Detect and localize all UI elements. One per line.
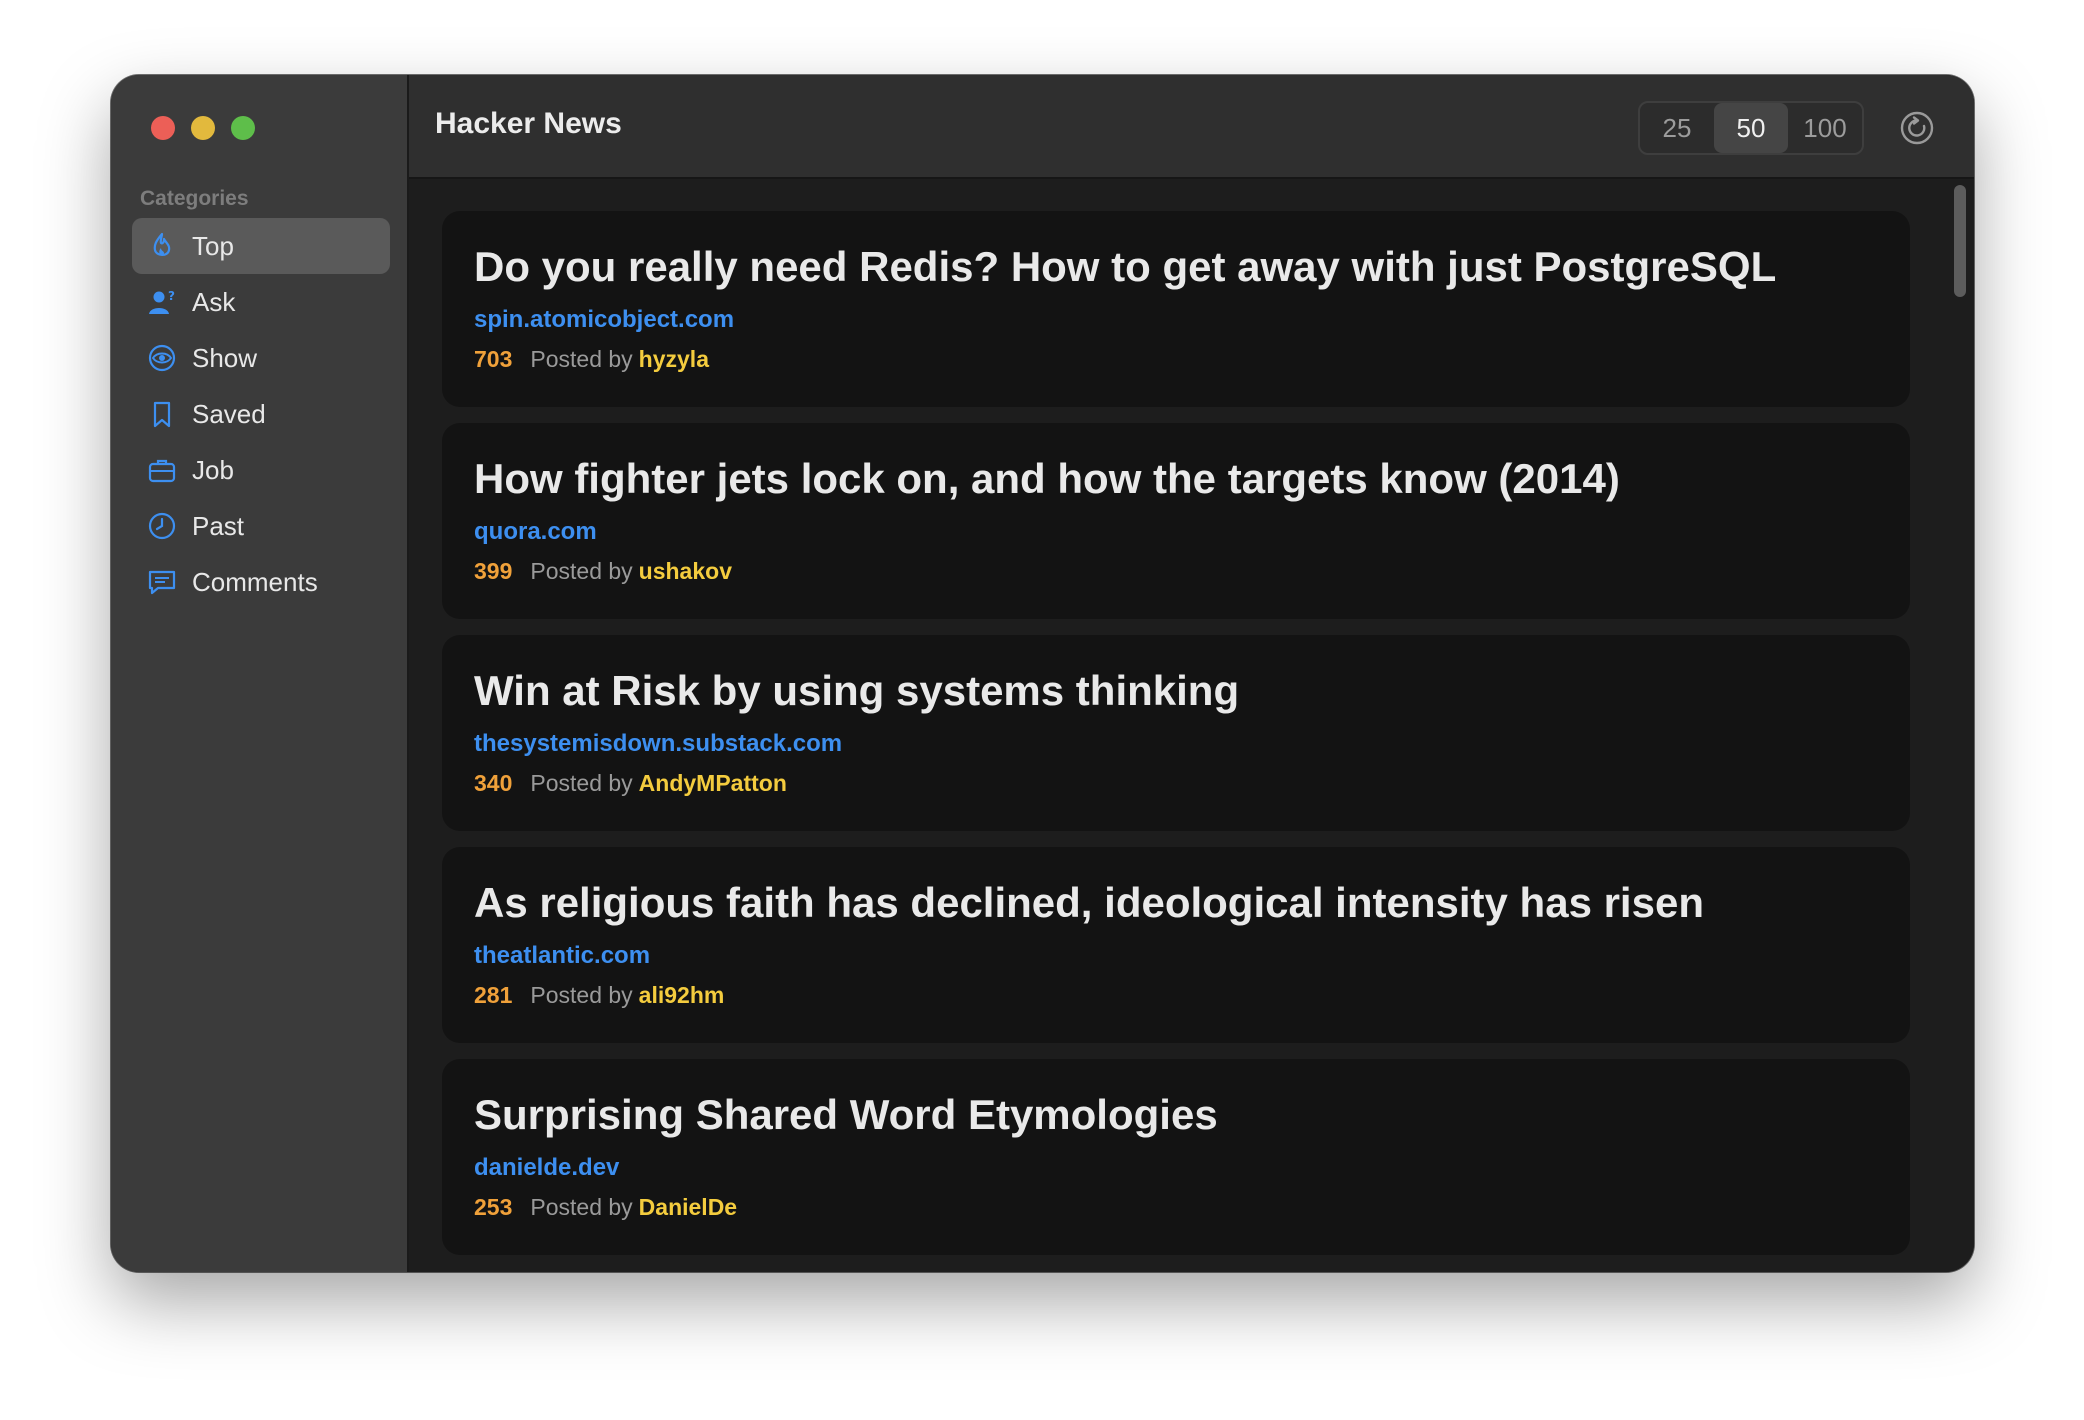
person-question-icon: ?: [146, 286, 178, 318]
minimize-window-button[interactable]: [191, 116, 215, 140]
story-score: 399: [474, 558, 513, 584]
category-list: Top ? Ask Show Saved Job Past Comments: [132, 218, 390, 610]
sidebar-item-label: Ask: [192, 286, 236, 317]
sidebar-item-label: Show: [192, 342, 258, 373]
story-score: 281: [474, 982, 513, 1008]
story-meta: 340 Posted by AndyMPatton: [474, 770, 787, 797]
sidebar-item-top[interactable]: Top: [132, 218, 390, 274]
sidebar-item-past[interactable]: Past: [132, 498, 390, 554]
sidebar-item-show[interactable]: Show: [132, 330, 390, 386]
count-option-25[interactable]: 25: [1640, 103, 1714, 153]
eye-icon: [146, 342, 178, 374]
story-domain-link[interactable]: thesystemisdown.substack.com: [474, 730, 842, 758]
svg-text:?: ?: [168, 289, 175, 303]
story-domain-link[interactable]: quora.com: [474, 518, 597, 546]
story-list: Do you really need Redis? How to get awa…: [442, 211, 1910, 1271]
story-author[interactable]: DanielDe: [639, 1194, 737, 1221]
clock-icon: [146, 510, 178, 542]
story-title[interactable]: Surprising Shared Word Etymologies: [474, 1091, 1218, 1139]
refresh-icon: [1900, 111, 1934, 145]
window-controls: [151, 116, 255, 140]
close-window-button[interactable]: [151, 116, 175, 140]
posted-by-label: Posted by: [530, 346, 633, 372]
page-title: Hacker News: [435, 107, 622, 140]
story-author[interactable]: ushakov: [639, 558, 732, 585]
story-card[interactable]: Surprising Shared Word Etymologies danie…: [442, 1059, 1910, 1255]
scrollbar-thumb[interactable]: [1954, 185, 1966, 297]
story-meta: 281 Posted by ali92hm: [474, 982, 724, 1009]
sidebar-item-ask[interactable]: ? Ask: [132, 274, 390, 330]
story-domain-link[interactable]: spin.atomicobject.com: [474, 306, 734, 334]
sidebar: Categories Top ? Ask Show Saved Job Past…: [111, 75, 409, 1272]
story-meta: 253 Posted by DanielDe: [474, 1194, 737, 1221]
sidebar-item-label: Comments: [192, 566, 318, 597]
story-meta: 703 Posted by hyzyla: [474, 346, 709, 373]
vertical-scrollbar[interactable]: [1952, 183, 1968, 1272]
story-count-picker: 25 50 100: [1638, 101, 1864, 155]
sidebar-item-job[interactable]: Job: [132, 442, 390, 498]
posted-by-label: Posted by: [530, 1194, 633, 1220]
sidebar-item-label: Top: [192, 230, 234, 261]
sidebar-item-label: Job: [192, 454, 234, 485]
story-title[interactable]: As religious faith has declined, ideolog…: [474, 879, 1704, 927]
story-author[interactable]: ali92hm: [639, 982, 725, 1009]
app-window: Categories Top ? Ask Show Saved Job Past…: [111, 75, 1974, 1272]
sidebar-item-saved[interactable]: Saved: [132, 386, 390, 442]
story-domain-link[interactable]: theatlantic.com: [474, 942, 650, 970]
story-card[interactable]: How fighter jets lock on, and how the ta…: [442, 423, 1910, 619]
story-card[interactable]: As religious faith has declined, ideolog…: [442, 847, 1910, 1043]
story-title[interactable]: Do you really need Redis? How to get awa…: [474, 243, 1776, 291]
story-card[interactable]: Win at Risk by using systems thinking th…: [442, 635, 1910, 831]
story-score: 703: [474, 346, 513, 372]
posted-by-label: Posted by: [530, 558, 633, 584]
categories-heading: Categories: [140, 187, 249, 210]
posted-by-label: Posted by: [530, 770, 633, 796]
flame-icon: [146, 230, 178, 262]
sidebar-item-comments[interactable]: Comments: [132, 554, 390, 610]
story-title[interactable]: Win at Risk by using systems thinking: [474, 667, 1239, 715]
story-score: 340: [474, 770, 513, 796]
story-card[interactable]: Do you really need Redis? How to get awa…: [442, 211, 1910, 407]
story-author[interactable]: AndyMPatton: [639, 770, 787, 797]
story-domain-link[interactable]: danielde.dev: [474, 1154, 619, 1182]
story-meta: 399 Posted by ushakov: [474, 558, 732, 585]
main-pane: Hacker News 25 50 100 Do you really need…: [409, 75, 1974, 1272]
posted-by-label: Posted by: [530, 982, 633, 1008]
sidebar-item-label: Saved: [192, 398, 266, 429]
story-score: 253: [474, 1194, 513, 1220]
count-option-100[interactable]: 100: [1788, 103, 1862, 153]
story-author[interactable]: hyzyla: [639, 346, 709, 373]
refresh-button[interactable]: [1898, 109, 1936, 147]
toolbar: Hacker News 25 50 100: [409, 75, 1974, 179]
count-option-50[interactable]: 50: [1714, 103, 1788, 153]
briefcase-icon: [146, 454, 178, 486]
story-title[interactable]: How fighter jets lock on, and how the ta…: [474, 455, 1620, 503]
zoom-window-button[interactable]: [231, 116, 255, 140]
sidebar-item-label: Past: [192, 510, 245, 541]
message-icon: [146, 566, 178, 598]
bookmark-icon: [146, 398, 178, 430]
